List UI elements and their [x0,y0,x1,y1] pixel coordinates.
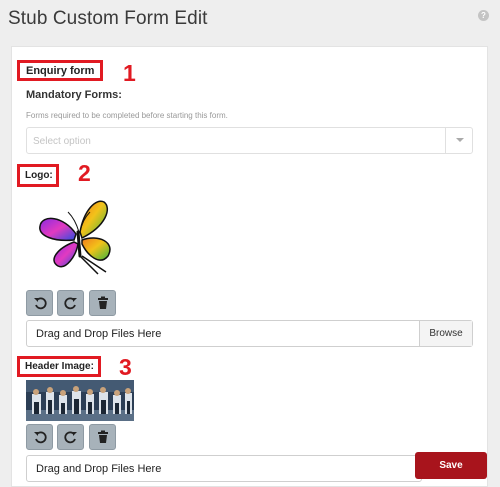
header-delete-button[interactable] [89,424,116,450]
rotate-right-icon [64,431,77,444]
select-placeholder: Select option [33,136,91,147]
mandatory-forms-label: Mandatory Forms: [26,89,122,101]
chevron-down-icon [456,138,464,142]
trash-icon [98,430,108,443]
logo-rotate-left-button[interactable] [26,290,53,316]
logo-dropzone-text: Drag and Drop Files Here [36,328,162,340]
annotation-number-2: 2 [78,160,91,186]
header-rotate-right-button[interactable] [57,424,84,450]
mandatory-forms-help: Forms required to be completed before st… [26,111,228,120]
annotation-number-3: 3 [119,354,132,380]
select-toggle[interactable] [445,128,472,153]
help-icon[interactable]: ? [478,10,489,21]
butterfly-logo-image [39,200,111,275]
header-rotate-left-button[interactable] [26,424,53,450]
logo-delete-button[interactable] [89,290,116,316]
header-group-photo [26,380,134,421]
header-image-dropzone[interactable]: Drag and Drop Files Here [26,455,422,482]
logo-label: Logo: [25,170,53,181]
logo-rotate-right-button[interactable] [57,290,84,316]
page-title: Stub Custom Form Edit [8,8,208,29]
annotation-number-1: 1 [123,60,136,86]
form-title: Enquiry form [26,65,95,77]
rotate-left-icon [34,431,47,444]
header-image-label: Header Image: [25,361,94,372]
rotate-left-icon [34,297,47,310]
logo-dropzone[interactable]: Drag and Drop Files Here Browse [26,320,473,347]
trash-icon [98,296,108,309]
mandatory-forms-select[interactable]: Select option [26,127,473,154]
save-button[interactable]: Save [415,452,487,479]
header-image-dropzone-text: Drag and Drop Files Here [36,463,162,475]
rotate-right-icon [64,297,77,310]
logo-browse-button[interactable]: Browse [419,321,472,346]
